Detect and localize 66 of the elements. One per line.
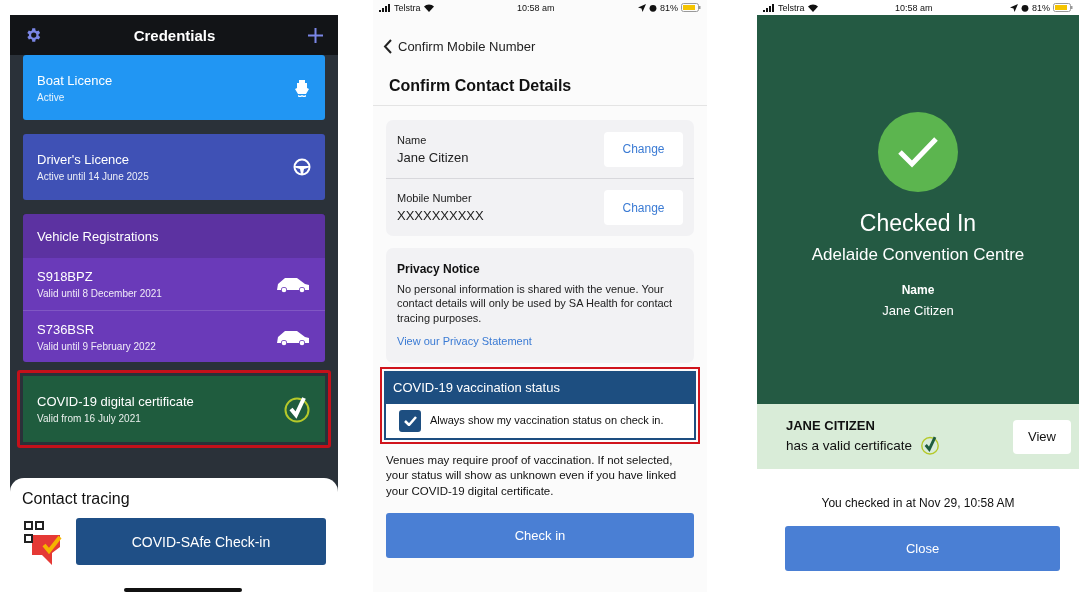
card-subtitle: Valid from 16 July 2021 bbox=[37, 413, 142, 424]
checkmark-icon bbox=[897, 136, 939, 168]
vaccination-note: Venues may require proof of vaccination. If not selected, your status will show as unknown even if you have linked your COVID-19 digital certificate. bbox=[386, 452, 678, 499]
car-icon bbox=[275, 275, 311, 293]
name-label: Name bbox=[901, 283, 935, 297]
page-heading: Confirm Contact Details bbox=[373, 60, 707, 106]
location-icon bbox=[638, 3, 646, 12]
checkmark-icon bbox=[403, 415, 417, 426]
registration-expiry: Valid until 8 December 2021 bbox=[37, 288, 162, 299]
check-in-time: You checked in at Nov 29, 10:58 AM bbox=[820, 496, 1016, 510]
screen-title: Credentials bbox=[133, 26, 216, 44]
privacy-link[interactable]: View our Privacy Statement bbox=[397, 334, 683, 347]
venue-name: Adelaide Convention Centre bbox=[811, 245, 1025, 265]
card-subtitle: Active until 14 June 2025 bbox=[37, 171, 149, 182]
wifi-icon bbox=[423, 3, 434, 12]
registration-row[interactable]: S736BSR Valid until 9 February 2022 bbox=[23, 310, 325, 362]
steering-wheel-icon bbox=[293, 158, 311, 176]
card-title: COVID-19 digital certificate bbox=[37, 394, 194, 409]
battery-percent: 81% bbox=[1032, 2, 1050, 13]
wifi-icon bbox=[807, 3, 818, 12]
status-title: Checked In bbox=[859, 210, 977, 237]
field-label: Mobile Number bbox=[397, 192, 473, 204]
credential-card[interactable]: COVID-19 digital certificate Valid from 16 July 2021 bbox=[17, 370, 331, 448]
view-button[interactable]: View bbox=[1013, 419, 1071, 454]
card-title: Boat Licence bbox=[37, 72, 113, 88]
credential-card[interactable]: Driver's Licence Active until 14 June 2025 bbox=[23, 134, 325, 200]
card-subtitle: Active bbox=[37, 91, 66, 103]
name-value: Jane Citizen bbox=[882, 303, 954, 318]
back-link[interactable]: Confirm Mobile Number bbox=[398, 38, 536, 54]
group-title: Vehicle Registrations bbox=[23, 214, 325, 258]
check-in-button[interactable]: Check in bbox=[386, 513, 694, 559]
vaccination-title: COVID-19 vaccination status bbox=[392, 378, 561, 397]
field-value: XXXXXXXXXX bbox=[397, 208, 484, 223]
registration-expiry: Valid until 9 February 2022 bbox=[37, 340, 156, 352]
boat-icon bbox=[293, 78, 311, 97]
sheet-title: Contact tracing bbox=[22, 490, 131, 508]
registration-number: S918BPZ bbox=[37, 269, 94, 284]
change-button[interactable]: Change bbox=[604, 190, 683, 225]
battery-icon bbox=[681, 3, 701, 12]
battery-percent: 81% bbox=[660, 2, 678, 13]
holder-name: JANE CITIZEN bbox=[786, 418, 876, 433]
privacy-title: Privacy Notice bbox=[397, 262, 481, 276]
privacy-text: No personal information is shared with the venue. Your contact details will only be used by SA Health for contact tracing purposes. bbox=[397, 282, 674, 325]
check-circle-icon bbox=[920, 435, 941, 455]
card-title: Driver's Licence bbox=[37, 152, 131, 167]
checkbox-label: Always show my vaccination status on check in. bbox=[430, 414, 664, 428]
clock-time: 10:58 am bbox=[517, 2, 555, 13]
location-icon bbox=[1010, 3, 1018, 12]
registration-row[interactable]: S918BPZ Valid until 8 December 2021 bbox=[23, 258, 325, 310]
carrier-name: Telstra bbox=[778, 2, 805, 13]
checkbox[interactable] bbox=[399, 409, 421, 432]
registration-number: S736BSR bbox=[37, 321, 96, 337]
certificate-status: has a valid certificate bbox=[786, 437, 913, 453]
clock-time: 10:58 am bbox=[895, 2, 933, 13]
field-value: Jane Citizen bbox=[397, 149, 469, 165]
battery-icon bbox=[1053, 3, 1073, 12]
change-button[interactable]: Change bbox=[604, 131, 683, 167]
check-in-button[interactable]: COVID-SAfe Check-in bbox=[76, 518, 326, 565]
close-button[interactable]: Close bbox=[785, 526, 1060, 571]
signal-icon bbox=[379, 3, 391, 12]
carrier-name: Telstra bbox=[394, 2, 421, 13]
add-icon[interactable] bbox=[307, 26, 324, 44]
signal-icon bbox=[763, 3, 775, 12]
back-icon[interactable] bbox=[383, 38, 392, 54]
field-label: Name bbox=[397, 133, 428, 146]
check-circle-icon bbox=[283, 395, 311, 423]
